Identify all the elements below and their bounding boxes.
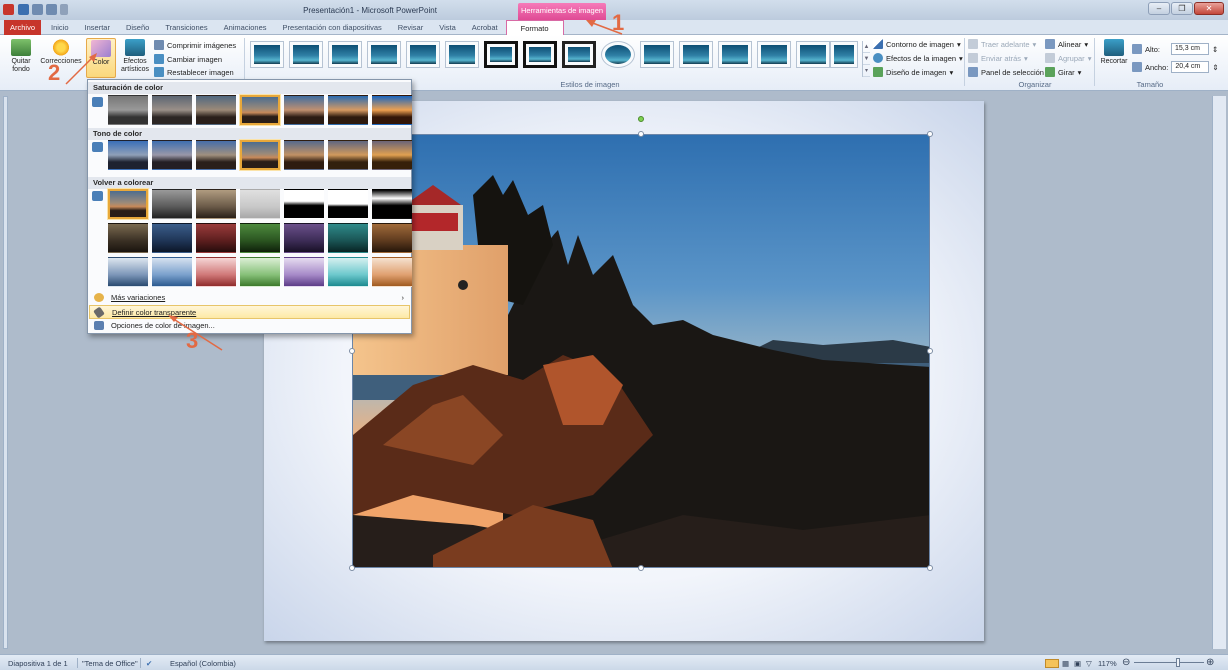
zoom-slider-track[interactable] (1134, 662, 1204, 663)
reading-view-icon[interactable]: ▣ (1074, 659, 1081, 668)
zoom-slider-thumb[interactable] (1176, 658, 1180, 667)
zoom-out-icon[interactable]: ⊖ (1122, 657, 1130, 668)
annotation-number: 3 (186, 328, 199, 353)
slide-counter: Diapositiva 1 de 1 (8, 659, 68, 668)
powerpoint-window: Presentación1 - Microsoft PowerPoint Her… (0, 0, 1228, 670)
zoom-level[interactable]: 117% (1098, 659, 1117, 668)
divider (77, 658, 78, 668)
zoom-in-icon[interactable]: ⊕ (1206, 657, 1214, 668)
language-indicator[interactable]: Español (Colombia) (170, 659, 236, 668)
normal-view-icon[interactable] (1045, 659, 1059, 668)
status-bar: Diapositiva 1 de 1 "Tema de Office" ✔ Es… (0, 654, 1228, 670)
divider (140, 658, 141, 668)
spellcheck-icon[interactable]: ✔ (146, 659, 152, 668)
annotation-arrows (65, 20, 623, 351)
slideshow-icon[interactable]: ▽ (1086, 659, 1092, 668)
theme-name: "Tema de Office" (82, 659, 138, 668)
slide-sorter-icon[interactable]: ▦ (1062, 659, 1069, 668)
annotation-number: 1 (612, 10, 625, 35)
annotation-number: 2 (48, 60, 61, 85)
